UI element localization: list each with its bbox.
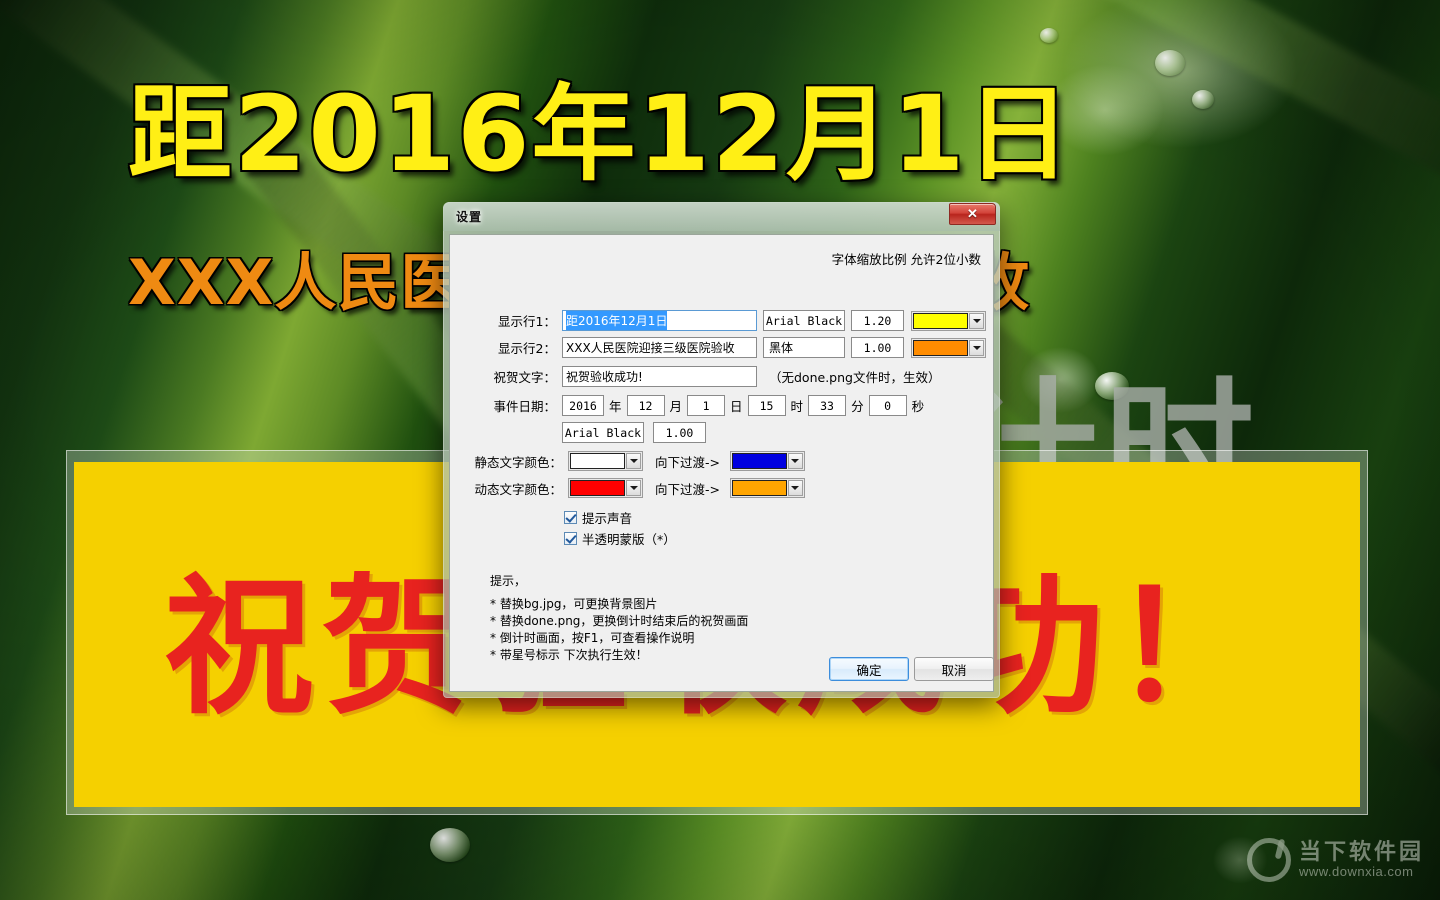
input-date-font[interactable]: Arial Black (562, 422, 644, 443)
input-month-value: 12 (638, 398, 653, 413)
input-minute[interactable]: 33 (808, 395, 847, 416)
tips-item: * 倒计时画面，按F1，可查看操作说明 (490, 631, 695, 645)
color-swatch-dynamic (570, 480, 625, 496)
color-swatch-static-to (731, 453, 787, 469)
input-date-scale-value: 1.00 (665, 425, 694, 440)
label-congrats-text: 祝贺文字： (493, 370, 556, 385)
chevron-down-icon[interactable] (969, 312, 984, 329)
label-dynamic-color: 动态文字颜色： (474, 481, 562, 497)
input-line2-font-value: 黑体 (769, 341, 794, 355)
input-hour[interactable]: 15 (747, 395, 786, 416)
input-day-value: 1 (702, 398, 710, 413)
input-line2-scale[interactable]: 1.00 (851, 337, 904, 358)
input-display-line2[interactable]: XXX人民医院迎接三级医院验收 (562, 337, 757, 358)
chevron-down-icon[interactable] (969, 339, 984, 356)
checkbox-sound-box[interactable] (564, 511, 577, 524)
color-picker-line1[interactable] (911, 310, 986, 331)
input-day[interactable]: 1 (687, 395, 726, 416)
tips-item: * 替换bg.jpg，可更换背景图片 (490, 597, 658, 611)
input-display-line1-value: 距2016年12月1日 (566, 311, 668, 330)
ok-button[interactable]: 确定 (829, 657, 909, 681)
color-picker-static-to[interactable] (729, 451, 805, 471)
settings-dialog: 设置 ✕ 字体缩放比例 允许2位小数 显示行1： 距2016年12月1日 Ari… (443, 202, 1000, 698)
close-icon[interactable]: ✕ (949, 203, 996, 225)
close-glyph: ✕ (967, 206, 978, 221)
unit-year: 年 (609, 399, 622, 414)
label-display-line2: 显示行2： (498, 341, 556, 356)
input-congrats-text[interactable]: 祝贺验收成功! (562, 366, 757, 387)
color-swatch-line2 (913, 339, 968, 356)
tips-item: * 替换done.png，更换倒计时结束后的祝贺画面 (490, 614, 749, 628)
input-year[interactable]: 2016 (562, 395, 604, 416)
chevron-down-icon[interactable] (787, 453, 803, 469)
color-swatch-line1 (913, 312, 968, 329)
unit-hour: 时 (790, 399, 804, 414)
input-line1-scale[interactable]: 1.20 (851, 310, 904, 331)
input-hour-value: 15 (759, 398, 774, 413)
label-dynamic-transition: 向下过渡-> (655, 481, 720, 497)
color-swatch-dynamic-to (731, 480, 787, 496)
input-year-value: 2016 (569, 398, 597, 413)
input-display-line2-value: XXX人民医院迎接三级医院验收 (566, 341, 735, 355)
input-display-line1[interactable]: 距2016年12月1日 (562, 310, 757, 331)
color-swatch-static (570, 453, 625, 469)
input-line1-scale-value: 1.20 (863, 313, 892, 328)
input-date-font-value: Arial Black (564, 425, 642, 440)
watermark-logo-icon (1246, 838, 1291, 882)
row-congrats-text: 祝贺文字： 祝贺验收成功! （无done.png文件时，生效） (472, 366, 940, 387)
input-month[interactable]: 12 (626, 395, 665, 416)
color-picker-dynamic-to[interactable] (729, 478, 805, 498)
chevron-down-icon[interactable] (626, 480, 641, 496)
input-second[interactable]: 0 (868, 395, 907, 416)
color-picker-dynamic[interactable] (568, 478, 643, 498)
input-line1-font-value: Arial Black (765, 313, 843, 328)
checkbox-mask[interactable]: 半透明蒙版（*） (564, 529, 676, 548)
unit-second: 秒 (911, 399, 925, 414)
congrats-note: （无done.png文件时，生效） (769, 370, 941, 385)
label-display-line1: 显示行1： (498, 314, 556, 329)
input-minute-value: 33 (820, 398, 834, 413)
unit-day: 日 (730, 399, 743, 414)
watermark: 当下软件园 www.downxia.com (1246, 838, 1424, 882)
watermark-name: 当下软件园 (1298, 839, 1424, 865)
color-picker-static[interactable] (568, 451, 643, 471)
countdown-line1: 距2016年12月1日 (128, 73, 1073, 195)
unit-minute: 分 (851, 399, 864, 414)
label-static-color: 静态文字颜色： (474, 454, 562, 470)
row-display-line2: 显示行2： XXX人民医院迎接三级医院验收 黑体 1.00 (472, 337, 986, 358)
watermark-url: www.downxia.com (1298, 864, 1414, 880)
input-date-scale[interactable]: 1.00 (653, 422, 706, 443)
dialog-title: 设置 (456, 210, 483, 224)
chevron-down-icon[interactable] (787, 480, 803, 496)
checkbox-sound-label: 提示声音 (582, 511, 633, 526)
row-display-line1: 显示行1： 距2016年12月1日 Arial Black 1.20 (472, 310, 986, 331)
chevron-down-icon[interactable] (626, 453, 641, 469)
checkbox-mask-box[interactable] (564, 532, 577, 545)
color-picker-line2[interactable] (911, 337, 986, 358)
row-dynamic-color: 动态文字颜色： 向下过渡-> (472, 478, 805, 498)
row-event-date: 事件日期： 2016 年 12 月 1 日 15 时 33 分 0 秒 (472, 395, 929, 416)
row-static-color: 静态文字颜色： 向下过渡-> (472, 451, 805, 471)
cancel-button[interactable]: 取消 (914, 657, 994, 681)
row-date-font: Arial Black 1.00 (562, 422, 706, 443)
checkbox-sound[interactable]: 提示声音 (564, 508, 632, 527)
input-second-value: 0 (884, 398, 892, 413)
checkbox-mask-label: 半透明蒙版（*） (582, 532, 676, 547)
input-congrats-text-value: 祝贺验收成功! (566, 370, 643, 384)
scale-note: 字体缩放比例 允许2位小数 (831, 252, 981, 267)
unit-month: 月 (669, 399, 683, 414)
input-line2-scale-value: 1.00 (863, 340, 892, 355)
tips-item: * 带星号标示 下次执行生效！ (490, 648, 648, 662)
desktop-countdown-screen: 倒计时 距2016年12月1日 XXX人民医院迎接三级医院验收 祝贺验收成功！ … (0, 0, 1440, 900)
label-event-date: 事件日期： (493, 399, 556, 414)
dialog-titlebar[interactable]: 设置 ✕ (443, 202, 1000, 231)
input-line2-font[interactable]: 黑体 (763, 337, 845, 358)
label-static-transition: 向下过渡-> (655, 454, 720, 470)
tips-block: 提示， * 替换bg.jpg，可更换背景图片 * 替换done.png，更换倒计… (490, 573, 748, 664)
tips-heading: 提示， (490, 574, 527, 588)
dialog-body: 字体缩放比例 允许2位小数 显示行1： 距2016年12月1日 Arial Bl… (449, 234, 994, 692)
input-line1-font[interactable]: Arial Black (763, 310, 845, 331)
